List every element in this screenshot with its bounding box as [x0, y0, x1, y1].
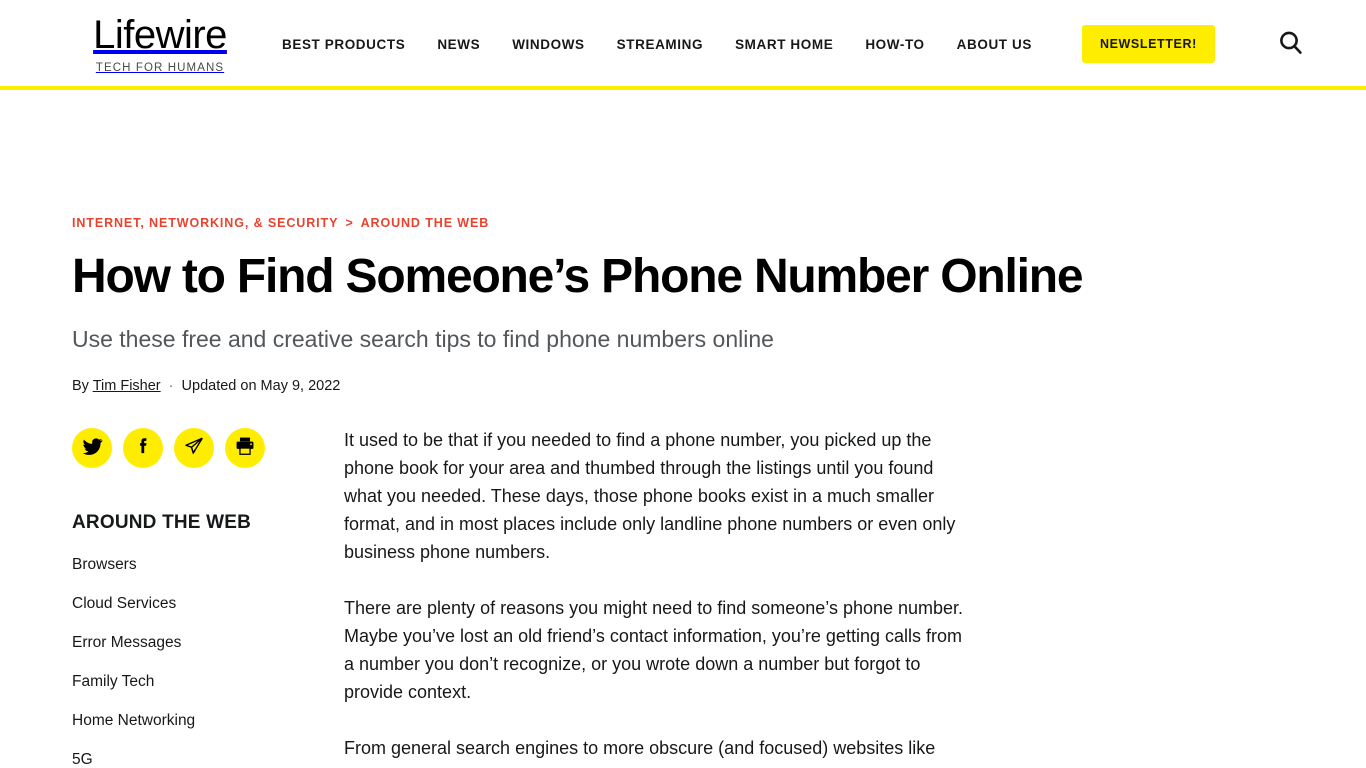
nav-item-streaming[interactable]: STREAMING: [617, 37, 703, 52]
byline-author-link[interactable]: Tim Fisher: [93, 378, 161, 394]
byline-by-label: By: [72, 377, 89, 394]
print-button[interactable]: [225, 427, 265, 468]
article-paragraph: There are plenty of reasons you might ne…: [344, 598, 964, 703]
nav-item-best-products[interactable]: BEST PRODUCTS: [282, 37, 405, 52]
article-paragraph: It used to be that if you needed to find…: [344, 429, 956, 562]
article-body: It used to be that if you needed to find…: [344, 424, 964, 768]
newsletter-button[interactable]: NEWSLETTER!: [1081, 25, 1215, 63]
email-send-icon: [183, 435, 205, 460]
brand-wordmark: Lifewire: [93, 12, 227, 57]
byline: By Tim Fisher · Updated on May 9, 2022: [72, 378, 1294, 394]
list-item: Cloud Services: [72, 595, 344, 613]
brand-tagline: TECH FOR HUMANS: [95, 61, 225, 74]
nav-item-about-us[interactable]: ABOUT US: [957, 37, 1032, 52]
search-button[interactable]: [1273, 25, 1309, 64]
sidebar-heading: AROUND THE WEB: [72, 511, 252, 533]
search-icon: [1277, 29, 1305, 60]
content-columns: AROUND THE WEB Browsers Cloud Services E…: [72, 424, 1294, 768]
sidebar-item-browsers[interactable]: Browsers: [72, 556, 344, 574]
share-email-button[interactable]: [174, 427, 214, 468]
breadcrumb-current[interactable]: AROUND THE WEB: [361, 216, 490, 230]
site-header: Lifewire TECH FOR HUMANS BEST PRODUCTS N…: [0, 0, 1366, 90]
sidebar-list: Browsers Cloud Services Error Messages F…: [72, 556, 344, 768]
share-facebook-button[interactable]: [123, 427, 163, 468]
breadcrumb: INTERNET, NETWORKING, & SECURITY > AROUN…: [72, 216, 1294, 230]
nav-item-smart-home[interactable]: SMART HOME: [735, 37, 833, 52]
breadcrumb-separator: >: [345, 216, 354, 230]
article-header: INTERNET, NETWORKING, & SECURITY > AROUN…: [72, 88, 1294, 394]
facebook-icon: [133, 436, 154, 460]
main-navigation: BEST PRODUCTS NEWS WINDOWS STREAMING SMA…: [282, 25, 1318, 64]
share-buttons-row: [72, 427, 344, 468]
sidebar-item-cloud-services[interactable]: Cloud Services: [72, 595, 344, 613]
print-icon: [234, 435, 256, 460]
nav-item-news[interactable]: NEWS: [437, 37, 480, 52]
article-paragraph: From general search engines to more obsc…: [344, 738, 936, 768]
breadcrumb-parent[interactable]: INTERNET, NETWORKING, & SECURITY: [72, 216, 338, 230]
header-accent-bar: [0, 86, 1366, 90]
byline-updated-date: Updated on May 9, 2022: [181, 377, 341, 394]
list-item: Error Messages: [72, 634, 344, 652]
sidebar-item-error-messages[interactable]: Error Messages: [72, 634, 344, 652]
article-sidebar: AROUND THE WEB Browsers Cloud Services E…: [72, 424, 344, 768]
share-twitter-button[interactable]: [72, 427, 112, 468]
nav-item-windows[interactable]: WINDOWS: [512, 37, 584, 52]
list-item: Home Networking: [72, 712, 344, 730]
nav-item-how-to[interactable]: HOW-TO: [865, 37, 924, 52]
article-subtitle: Use these free and creative search tips …: [72, 325, 774, 352]
page-title: How to Find Someone’s Phone Number Onlin…: [72, 250, 1084, 303]
list-item: Browsers: [72, 556, 344, 574]
sidebar-item-family-tech[interactable]: Family Tech: [72, 673, 344, 691]
twitter-icon: [82, 436, 103, 460]
site-logo[interactable]: Lifewire TECH FOR HUMANS: [72, 15, 248, 74]
list-item: 5G: [72, 751, 344, 768]
sidebar-item-home-networking[interactable]: Home Networking: [72, 712, 344, 730]
list-item: Family Tech: [72, 673, 344, 691]
byline-separator: ·: [168, 377, 174, 394]
sidebar-item-5g[interactable]: 5G: [72, 751, 344, 768]
page-body: INTERNET, NETWORKING, & SECURITY > AROUN…: [0, 88, 1366, 768]
